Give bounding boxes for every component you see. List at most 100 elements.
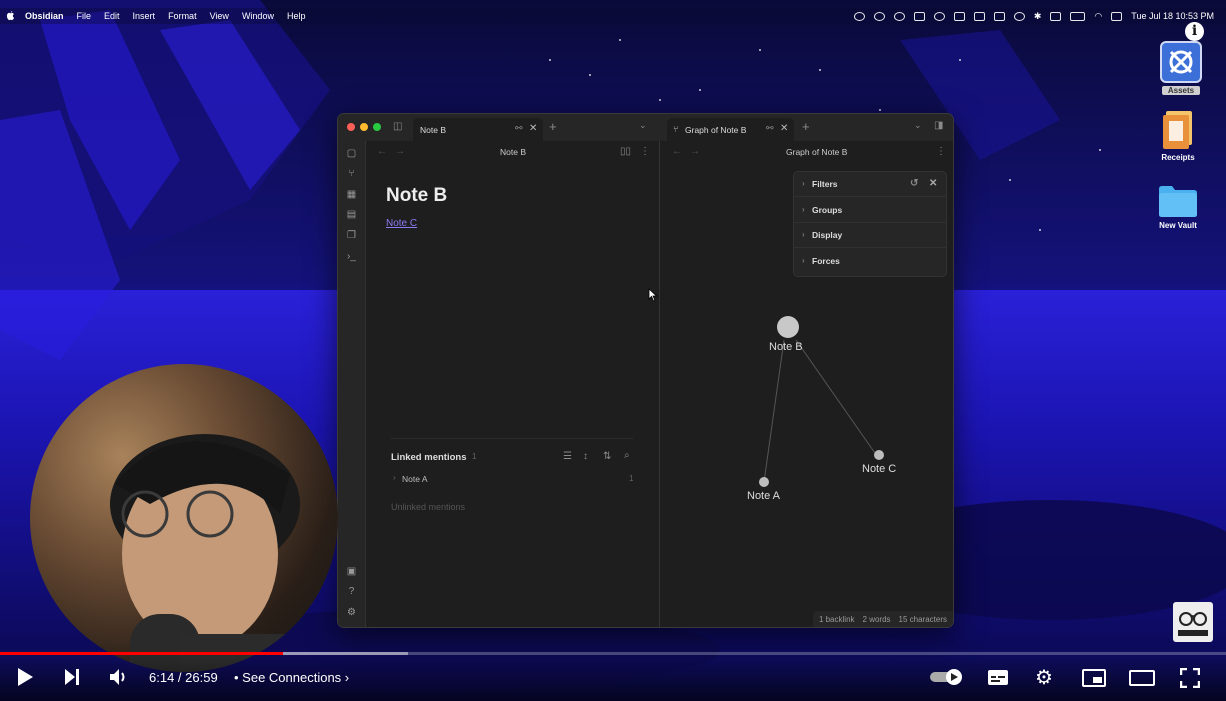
- note-title[interactable]: Note B: [386, 185, 447, 207]
- forward-arrow-icon[interactable]: →: [690, 146, 700, 157]
- graph-control-label: Groups: [812, 205, 843, 215]
- more-options-icon[interactable]: ⋮: [936, 146, 946, 157]
- backlink-item[interactable]: Note A: [402, 474, 428, 484]
- menu-window[interactable]: Window: [242, 11, 274, 21]
- menu-file[interactable]: File: [77, 11, 92, 21]
- list-icon[interactable]: ☰: [563, 451, 572, 462]
- menu-view[interactable]: View: [210, 11, 229, 21]
- graph-node-note-b[interactable]: [777, 316, 799, 338]
- menu-extra-icon[interactable]: [973, 11, 985, 21]
- zoom-window-button[interactable]: [373, 123, 381, 131]
- new-tab-icon[interactable]: +: [549, 119, 557, 134]
- sidebar-toggle-icon[interactable]: ◫: [393, 121, 402, 132]
- chevron-right-icon[interactable]: ›: [393, 473, 396, 482]
- graph-view-icon[interactable]: ⑂: [346, 168, 357, 179]
- wifi-icon[interactable]: ◠: [1094, 11, 1102, 22]
- menu-edit[interactable]: Edit: [104, 11, 120, 21]
- battery-small-icon[interactable]: [1050, 11, 1062, 21]
- desktop-icon-receipts[interactable]: Receipts: [1160, 109, 1196, 162]
- status-icon[interactable]: [853, 11, 865, 21]
- subtitles-icon[interactable]: [987, 669, 1009, 686]
- control-center-icon[interactable]: [1111, 11, 1123, 21]
- new-tab-icon[interactable]: +: [802, 119, 810, 134]
- time-machine-icon[interactable]: [1013, 11, 1025, 21]
- more-options-icon[interactable]: ⋮: [640, 146, 650, 157]
- collapse-icon[interactable]: ↕: [583, 451, 588, 462]
- settings-gear-icon[interactable]: ⚙: [1035, 665, 1053, 690]
- display-icon[interactable]: [913, 11, 925, 21]
- autoplay-toggle-icon[interactable]: [929, 669, 965, 685]
- gear-status-icon[interactable]: [873, 11, 885, 21]
- graph-node-note-c[interactable]: [874, 450, 884, 460]
- right-sidebar-toggle-icon[interactable]: ◨: [934, 120, 943, 131]
- tab-label: Graph of Note B: [685, 124, 747, 135]
- view-title[interactable]: Graph of Note B: [786, 147, 847, 157]
- notes-icon[interactable]: [993, 11, 1005, 21]
- fullscreen-icon[interactable]: [1180, 668, 1200, 688]
- volume-icon[interactable]: [108, 667, 130, 687]
- link-icon[interactable]: ⚯: [766, 123, 774, 134]
- settings-gear-icon[interactable]: ⚙: [346, 607, 357, 618]
- graph-forces-row[interactable]: › Forces: [794, 249, 946, 274]
- search-icon[interactable]: ⌕: [624, 450, 630, 461]
- graph-filters-row[interactable]: › Filters ↺ ✕: [794, 172, 946, 197]
- channel-watermark[interactable]: [1173, 602, 1213, 642]
- files-icon[interactable]: ▢: [346, 148, 357, 159]
- play-icon[interactable]: [16, 667, 34, 687]
- note-view-header: ← → Note B ▯▯ ⋮: [365, 141, 659, 163]
- graph-control-label: Forces: [812, 256, 840, 266]
- menu-format[interactable]: Format: [168, 11, 197, 21]
- reset-icon[interactable]: ↺: [910, 178, 918, 189]
- back-arrow-icon[interactable]: ←: [377, 146, 387, 157]
- canvas-icon[interactable]: ▦: [346, 189, 357, 200]
- desktop-icon-new-vault[interactable]: New Vault: [1157, 183, 1199, 230]
- chevron-down-icon[interactable]: ⌄: [639, 120, 647, 131]
- menubar-clock[interactable]: Tue Jul 18 10:53 PM: [1131, 11, 1214, 21]
- apple-icon[interactable]: [6, 10, 15, 22]
- miniplayer-icon[interactable]: [1082, 669, 1106, 687]
- bluetooth-icon[interactable]: ✱: [1034, 11, 1042, 22]
- chevron-down-icon[interactable]: ⌄: [914, 120, 922, 131]
- minimize-window-button[interactable]: [360, 123, 368, 131]
- tab-graph-of-note-b[interactable]: ⑂ Graph of Note B ⚯ ✕: [667, 118, 794, 141]
- view-title[interactable]: Note B: [500, 147, 526, 157]
- vault-switcher-icon[interactable]: ▣: [346, 566, 357, 577]
- back-arrow-icon[interactable]: ←: [672, 146, 682, 157]
- status-backlinks[interactable]: 1 backlink: [819, 615, 855, 624]
- chapter-title[interactable]: • See Connections ›: [234, 670, 349, 685]
- reading-view-icon[interactable]: ▯▯: [620, 146, 631, 157]
- internal-link[interactable]: Note C: [386, 218, 417, 229]
- close-tab-icon[interactable]: ✕: [529, 123, 537, 134]
- linked-mentions-heading[interactable]: Linked mentions: [391, 452, 466, 463]
- graph-view-header: ← → Graph of Note B ⋮: [660, 141, 953, 163]
- battery-icon[interactable]: [1070, 11, 1086, 21]
- video-progress-bar[interactable]: [0, 652, 1226, 655]
- graph-groups-row[interactable]: › Groups: [794, 198, 946, 223]
- help-icon[interactable]: ?: [346, 586, 357, 597]
- close-tab-icon[interactable]: ✕: [780, 123, 788, 134]
- menu-insert[interactable]: Insert: [133, 11, 156, 21]
- theater-mode-icon[interactable]: [1129, 670, 1155, 686]
- next-video-icon[interactable]: [63, 667, 81, 687]
- weather-icon[interactable]: [893, 11, 905, 21]
- calendar-icon[interactable]: [953, 11, 965, 21]
- templates-icon[interactable]: ❐: [346, 230, 357, 241]
- desktop-icon-assets[interactable]: Assets: [1159, 40, 1203, 95]
- menu-app-name[interactable]: Obsidian: [25, 11, 64, 21]
- link-icon[interactable]: ⚯: [515, 123, 523, 134]
- calendar-icon[interactable]: ▤: [346, 209, 357, 220]
- graph-edge: [795, 339, 878, 457]
- tab-label: Note B: [420, 124, 446, 135]
- graph-node-note-a[interactable]: [759, 477, 769, 487]
- unlinked-mentions-heading[interactable]: Unlinked mentions: [391, 502, 465, 512]
- sort-icon[interactable]: ⇅: [603, 451, 611, 462]
- close-window-button[interactable]: [347, 123, 355, 131]
- graph-display-row[interactable]: › Display: [794, 223, 946, 248]
- command-palette-icon[interactable]: ›_: [346, 251, 357, 262]
- clock-icon[interactable]: [933, 11, 945, 21]
- info-icon[interactable]: i: [1185, 22, 1204, 41]
- menu-help[interactable]: Help: [287, 11, 306, 21]
- close-icon[interactable]: ✕: [929, 178, 937, 189]
- tab-note-b[interactable]: Note B ⚯ ✕: [413, 118, 543, 141]
- forward-arrow-icon[interactable]: →: [395, 146, 405, 157]
